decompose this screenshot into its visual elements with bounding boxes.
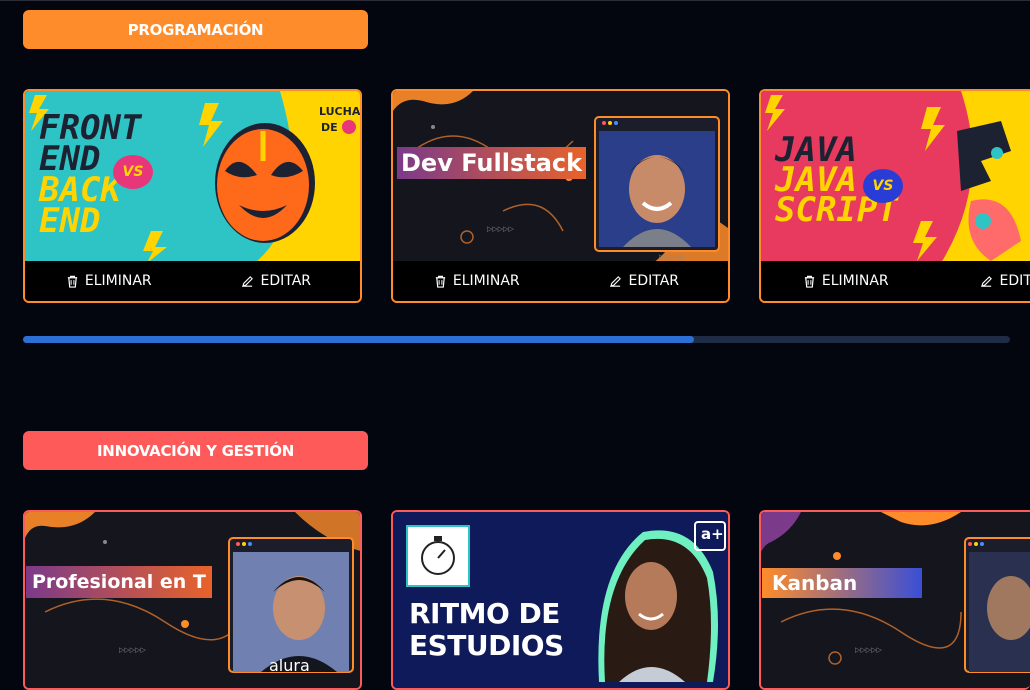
video-thumbnail[interactable]: ▷▷▷▷▷ Profesional en T alura [25,512,360,690]
video-thumbnail[interactable]: JAVA JAVA SCRIPT VS [761,91,1030,263]
lucha-badge-text: LUCHA [319,105,360,118]
video-thumbnail[interactable]: ▷▷▷▷▷ ▷▷▷▷▷ Dev Fullstack [393,91,728,263]
video-card[interactable]: ▷▷▷▷▷ Kanban [759,510,1030,690]
video-thumbnail[interactable]: ▷▷▷▷▷ Kanban [761,512,1030,690]
video-card[interactable]: ▷▷▷▷▷ Profesional en T alura [23,510,362,690]
shirt-text: alura [269,656,310,675]
svg-text:▷▷▷▷▷: ▷▷▷▷▷ [659,253,687,261]
card-actions: ELIMINAR EDITAR [393,261,728,301]
delete-button[interactable]: ELIMINAR [393,273,561,289]
category-label-innovacion: INNOVACIÓN Y GESTIÓN [23,431,368,470]
video-card[interactable]: LUCHA DE FRONT END BACK END VS ELIMINAR … [23,89,362,303]
pencil-icon [609,275,622,288]
thumb-title: RITMO DE ESTUDIOS [409,598,564,662]
svg-text:▷▷▷▷▷: ▷▷▷▷▷ [855,646,883,654]
video-thumbnail[interactable]: a+ RITMO DE ESTUDIOS [393,512,728,690]
delete-button[interactable]: ELIMINAR [25,273,193,289]
trash-icon [66,275,79,288]
thumb-title: Dev Fullstack [397,147,586,179]
vs-badge: VS [863,169,903,203]
trash-icon [434,275,447,288]
video-card[interactable]: a+ RITMO DE ESTUDIOS [391,510,730,690]
thumbnail-art: ▷▷▷▷▷ [761,512,1030,690]
pencil-icon [980,275,993,288]
card-actions: ELIMINAR EDITAR [25,261,360,301]
thumb-title: Profesional en T [26,566,212,598]
video-thumbnail[interactable]: LUCHA DE FRONT END BACK END VS [25,91,360,263]
svg-text:DE: DE [321,121,338,134]
trash-icon [803,275,816,288]
edit-button[interactable]: EDITAR [193,273,361,289]
aplus-logo: a+ [701,525,724,543]
svg-text:▷▷▷▷▷: ▷▷▷▷▷ [487,225,515,233]
thumb-title: Kanban [762,568,922,598]
video-card[interactable]: JAVA JAVA SCRIPT VS ELIMINAR EDITAR [759,89,1030,303]
scrollbar-thumb[interactable] [23,336,694,343]
card-actions: ELIMINAR EDITAR [761,261,1030,301]
vs-badge: VS [113,155,153,189]
video-card[interactable]: ▷▷▷▷▷ ▷▷▷▷▷ Dev Fullstack ELIMINAR EDITA… [391,89,730,303]
pencil-icon [241,275,254,288]
delete-button[interactable]: ELIMINAR [761,273,931,289]
svg-text:▷▷▷▷▷: ▷▷▷▷▷ [119,646,147,654]
category-label-programacion: PROGRAMACIÓN [23,10,368,49]
edit-button[interactable]: EDITAR [561,273,729,289]
carousel-scrollbar[interactable] [23,336,1010,343]
edit-button[interactable]: EDITAR [931,273,1030,289]
